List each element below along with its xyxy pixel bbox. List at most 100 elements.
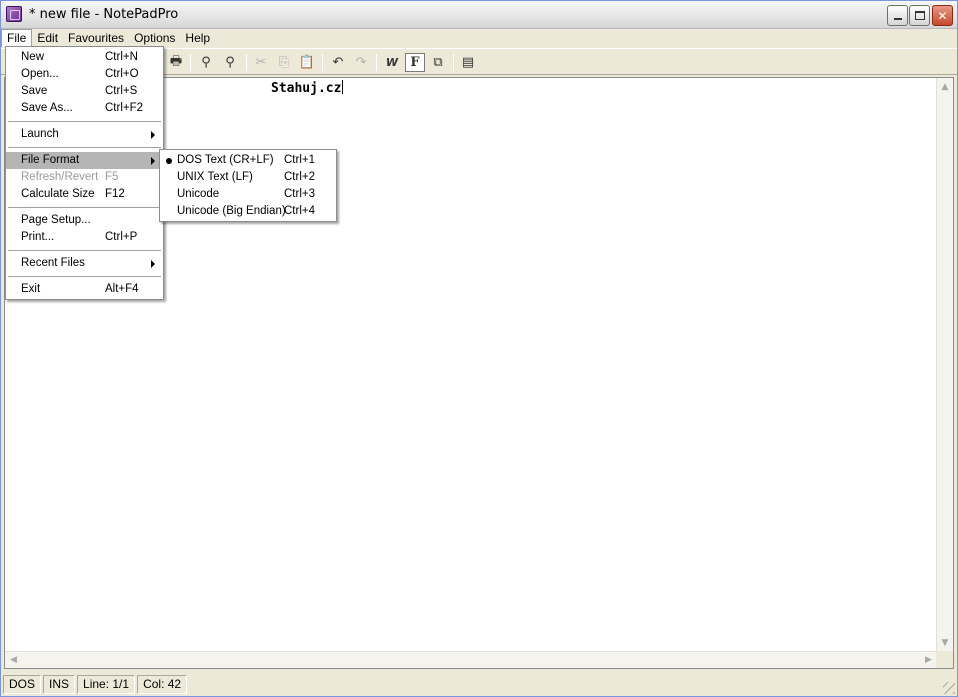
toolbar-separator [322, 54, 323, 71]
menu-item-label: Save As... [21, 102, 73, 114]
maximize-button[interactable] [909, 5, 930, 26]
menu-help[interactable]: Help [180, 29, 215, 47]
cut-icon[interactable]: ✂ [251, 53, 271, 72]
menu-item-label: File Format [21, 154, 80, 166]
scrollbar-corner [936, 651, 953, 668]
menu-item-unicode[interactable]: Unicode Ctrl+3 [160, 186, 336, 203]
menu-item-label: Page Setup... [21, 214, 91, 226]
properties-icon[interactable]: ▤ [458, 53, 478, 72]
menu-item-calculate-size[interactable]: Calculate Size F12 [6, 186, 163, 203]
menu-item-shortcut: F5 [105, 171, 119, 183]
menu-file[interactable]: File [1, 29, 33, 47]
menu-item-shortcut: Ctrl+F2 [105, 102, 144, 114]
minimize-button[interactable] [887, 5, 908, 26]
submenu-arrow-icon [151, 157, 155, 165]
window-title: * new file - NotePadPro [29, 7, 179, 22]
paste-icon[interactable]: 📋 [297, 53, 317, 72]
close-button[interactable]: ✕ [932, 5, 953, 26]
menu-bar: File Edit Favourites Options Help [1, 29, 957, 47]
menu-item-unicode-big-endian[interactable]: Unicode (Big Endian) Ctrl+4 [160, 203, 336, 220]
toolbar-separator [453, 54, 454, 71]
find-icon[interactable]: ⚲ [196, 53, 216, 72]
menu-item-label: Refresh/Revert [21, 171, 99, 183]
menu-item-refresh-revert[interactable]: Refresh/Revert F5 [6, 169, 163, 186]
menu-options[interactable]: Options [129, 29, 180, 47]
menu-item-label: Calculate Size [21, 188, 95, 200]
menu-item-shortcut: Ctrl+O [105, 68, 139, 80]
editor-content[interactable]: Stahuj.cz [271, 80, 344, 96]
menu-item-file-format[interactable]: File Format [6, 152, 163, 169]
font-icon[interactable]: F [405, 53, 425, 72]
menu-item-shortcut: Ctrl+S [105, 85, 138, 97]
menu-item-shortcut: Ctrl+4 [284, 205, 315, 217]
status-col: Col: 42 [137, 675, 188, 694]
scroll-down-icon[interactable]: ▼ [937, 634, 953, 651]
undo-icon[interactable]: ↶ [328, 53, 348, 72]
menu-item-shortcut: Alt+F4 [105, 283, 139, 295]
menu-item-unix-text[interactable]: UNIX Text (LF) Ctrl+2 [160, 169, 336, 186]
menu-item-label: Unicode (Big Endian) [177, 205, 286, 217]
menu-separator [6, 143, 163, 152]
menu-item-shortcut: Ctrl+2 [284, 171, 315, 183]
editor-text: Stahuj.cz [271, 81, 342, 96]
menu-item-page-setup[interactable]: Page Setup... [6, 212, 163, 229]
menu-item-label: DOS Text (CR+LF) [177, 154, 274, 166]
menu-item-save-as[interactable]: Save As... Ctrl+F2 [6, 100, 163, 117]
title-bar[interactable]: * new file - NotePadPro ✕ [1, 1, 957, 29]
maximize-icon [914, 11, 925, 20]
scroll-right-icon[interactable]: ▶ [920, 652, 937, 668]
menu-item-label: Open... [21, 68, 59, 80]
word-wrap-icon[interactable]: W [382, 53, 402, 72]
menu-separator [6, 203, 163, 212]
status-bar: DOS INS Line: 1/1 Col: 42 [1, 673, 957, 696]
submenu-arrow-icon [151, 131, 155, 139]
menu-item-label: Unicode [177, 188, 220, 200]
toolbar-separator [376, 54, 377, 71]
file-menu: New Ctrl+N Open... Ctrl+O Save Ctrl+S Save … [5, 46, 164, 300]
scroll-left-icon[interactable]: ◀ [5, 652, 22, 668]
scroll-up-icon[interactable]: ▲ [937, 78, 953, 95]
resize-grip-icon[interactable] [943, 682, 955, 694]
status-mode: INS [43, 675, 76, 694]
print-icon[interactable]: 🖶 [166, 53, 186, 72]
menu-item-shortcut: Ctrl+P [105, 231, 138, 243]
replace-icon[interactable]: ⚲ [220, 53, 240, 72]
menu-item-dos-text[interactable]: DOS Text (CR+LF) Ctrl+1 [160, 152, 336, 169]
menu-separator [6, 272, 163, 281]
toolbar-separator [190, 54, 191, 71]
fullscreen-icon[interactable]: ⧉ [428, 53, 448, 72]
menu-item-print[interactable]: Print... Ctrl+P [6, 229, 163, 246]
menu-item-label: Recent Files [21, 257, 85, 269]
menu-item-open[interactable]: Open... Ctrl+O [6, 66, 163, 83]
menu-item-label: Print... [21, 231, 55, 243]
minimize-icon [893, 18, 902, 20]
menu-item-label: Save [21, 85, 48, 97]
horizontal-scrollbar[interactable]: ◀ ▶ [5, 651, 937, 668]
close-icon: ✕ [937, 8, 948, 23]
menu-item-new[interactable]: New Ctrl+N [6, 49, 163, 66]
menu-item-label: UNIX Text (LF) [177, 171, 253, 183]
menu-item-recent-files[interactable]: Recent Files [6, 255, 163, 272]
submenu-arrow-icon [151, 260, 155, 268]
menu-item-shortcut: Ctrl+N [105, 51, 138, 63]
copy-icon[interactable]: ⎘ [274, 53, 294, 72]
text-caret [342, 80, 344, 94]
app-icon[interactable] [6, 6, 22, 22]
status-format: DOS [3, 675, 42, 694]
menu-item-label: New [21, 51, 45, 63]
menu-item-launch[interactable]: Launch [6, 126, 163, 143]
menu-separator [6, 246, 163, 255]
radio-bullet-icon [166, 158, 172, 164]
vertical-scrollbar[interactable]: ▲ ▼ [936, 78, 953, 651]
redo-icon[interactable]: ↷ [351, 53, 371, 72]
menu-item-save[interactable]: Save Ctrl+S [6, 83, 163, 100]
status-line: Line: 1/1 [77, 675, 136, 694]
menu-separator [6, 117, 163, 126]
menu-favourites[interactable]: Favourites [63, 29, 129, 47]
file-format-submenu: DOS Text (CR+LF) Ctrl+1 UNIX Text (LF) Ctr… [159, 149, 337, 222]
toolbar-separator [246, 54, 247, 71]
menu-item-shortcut: Ctrl+3 [284, 188, 315, 200]
menu-edit[interactable]: Edit [32, 29, 63, 47]
menu-item-label: Exit [21, 283, 41, 295]
menu-item-exit[interactable]: Exit Alt+F4 [6, 281, 163, 298]
